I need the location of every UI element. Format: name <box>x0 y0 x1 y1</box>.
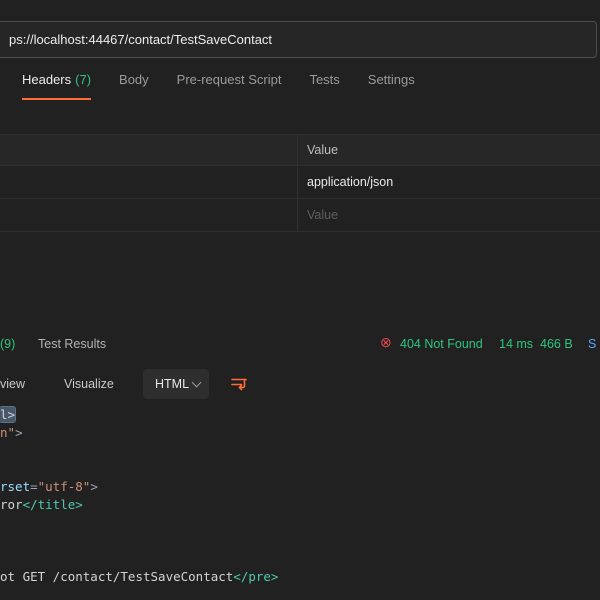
code-line <box>0 532 600 550</box>
response-size: 466 B <box>540 337 573 351</box>
tab-prerequest-label: Pre-request Script <box>177 72 282 87</box>
tab-visualize[interactable]: Visualize <box>64 377 114 391</box>
key-cell[interactable] <box>0 166 298 198</box>
key-cell[interactable] <box>0 199 298 231</box>
response-status: 404 Not Found <box>400 337 483 351</box>
code-editor[interactable]: l>n"> rset="utf-8">ror</title> ot GET /con… <box>0 406 600 586</box>
request-tabs: Headers (7) Body Pre-request Script Tests… <box>22 72 415 100</box>
code-line: rset="utf-8"> <box>0 478 600 496</box>
wrap-lines-button[interactable] <box>224 369 254 399</box>
key-column-header <box>0 135 298 165</box>
code-line: ot GET /contact/TestSaveContact</pre> <box>0 568 600 586</box>
format-select-value: HTML <box>155 377 189 391</box>
url-input[interactable]: ps://localhost:44467/contact/TestSaveCon… <box>0 21 597 58</box>
api-client-window: ps://localhost:44467/contact/TestSaveCon… <box>0 0 600 600</box>
table-row: Value <box>0 199 600 232</box>
chevron-down-icon <box>192 378 202 388</box>
value-cell-placeholder[interactable]: Value <box>298 208 338 222</box>
table-row: application/json <box>0 166 600 199</box>
response-toolbar: view Visualize HTML <box>0 368 600 400</box>
tab-body[interactable]: Body <box>119 72 149 100</box>
code-line: ror</title> <box>0 496 600 514</box>
headers-table: Value application/json Value <box>0 134 600 232</box>
save-response-button[interactable]: S <box>588 337 600 351</box>
tab-test-results[interactable]: Test Results <box>38 337 106 351</box>
tab-headers-count: (7) <box>75 72 91 87</box>
tab-headers-label: Headers <box>22 72 71 87</box>
tab-headers[interactable]: Headers (7) <box>22 72 91 100</box>
code-line <box>0 442 600 460</box>
tab-settings-label: Settings <box>368 72 415 87</box>
tab-prerequest-script[interactable]: Pre-request Script <box>177 72 282 100</box>
value-column-header: Value <box>298 143 338 157</box>
code-line <box>0 514 600 532</box>
code-line <box>0 550 600 568</box>
response-headers-count[interactable]: (9) <box>0 337 15 351</box>
response-meta-bar: (9) Test Results ⊗ 404 Not Found 14 ms 4… <box>0 331 600 357</box>
headers-table-header-row: Value <box>0 134 600 166</box>
code-line: l> <box>0 406 600 424</box>
format-select[interactable]: HTML <box>143 369 209 399</box>
error-status-icon: ⊗ <box>380 335 392 349</box>
wrap-lines-icon <box>231 377 247 391</box>
code-line <box>0 460 600 478</box>
response-time: 14 ms <box>499 337 533 351</box>
tab-tests-label: Tests <box>309 72 339 87</box>
value-cell[interactable]: application/json <box>298 175 393 189</box>
tab-settings[interactable]: Settings <box>368 72 415 100</box>
tab-preview[interactable]: view <box>0 377 25 391</box>
code-line: n"> <box>0 424 600 442</box>
tab-tests[interactable]: Tests <box>309 72 339 100</box>
tab-body-label: Body <box>119 72 149 87</box>
url-value: ps://localhost:44467/contact/TestSaveCon… <box>0 32 272 47</box>
